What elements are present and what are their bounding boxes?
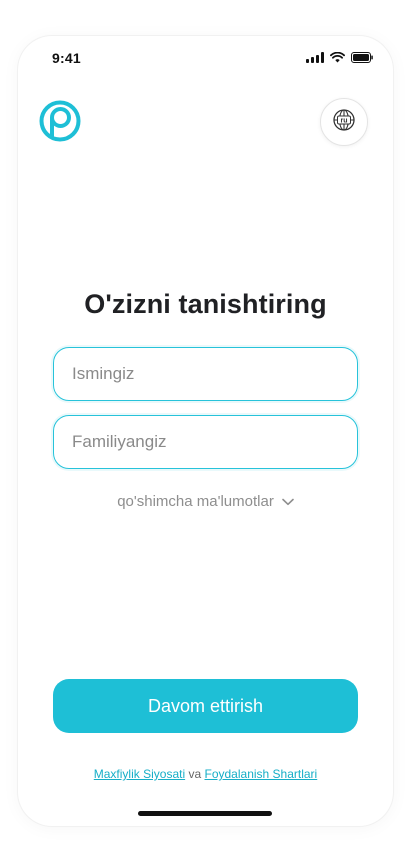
last-name-field[interactable] [53, 415, 358, 469]
battery-icon [351, 52, 373, 63]
brand-logo-icon [38, 99, 82, 143]
more-info-toggle[interactable]: qo'shimcha ma'lumotlar [18, 493, 393, 510]
chevron-down-icon [282, 493, 294, 510]
more-info-label: qo'shimcha ma'lumotlar [117, 493, 274, 510]
status-time: 9:41 [52, 50, 81, 66]
wifi-icon [330, 52, 345, 63]
signal-icon [306, 52, 324, 63]
globe-icon: ru [332, 108, 356, 137]
status-bar: 9:41 [18, 36, 393, 80]
status-icons [306, 52, 373, 63]
first-name-input[interactable] [54, 348, 357, 400]
language-button[interactable]: ru [320, 98, 368, 146]
phone-screen: 9:41 ru O'zizni tanishtiring Ismingiz Fa… [18, 36, 393, 826]
legal-links: Maxfiylik Siyosati va Foydalanish Shartl… [18, 767, 393, 781]
page-title: O'zizni tanishtiring [84, 289, 327, 319]
legal-connector: va [188, 767, 202, 781]
home-indicator [138, 811, 272, 816]
terms-of-use-link[interactable]: Foydalanish Shartlari [205, 767, 318, 781]
first-name-field[interactable] [53, 347, 358, 401]
privacy-policy-link[interactable]: Maxfiylik Siyosati [94, 767, 185, 781]
language-code: ru [341, 117, 348, 124]
continue-button[interactable]: Davom ettirish [53, 679, 358, 733]
last-name-input[interactable] [54, 416, 357, 468]
